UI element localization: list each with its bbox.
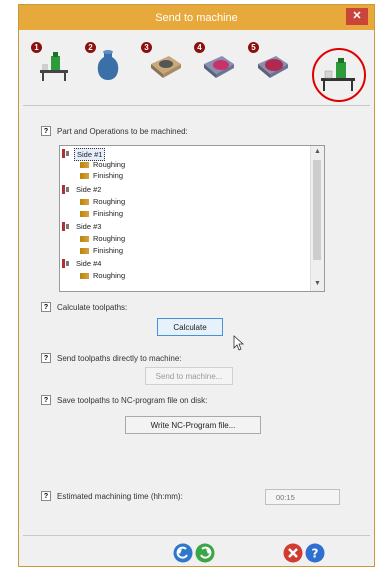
parts-operations-tree[interactable]: Side #1 Roughing Finishing Side #2 Rough…: [59, 145, 325, 292]
header-divider: [23, 105, 370, 106]
cancel-button[interactable]: [283, 543, 303, 563]
roughing-op-icon: [80, 236, 89, 242]
tree-item-label: Finishing: [93, 171, 124, 180]
title-bar: Send to machine ✕: [19, 5, 374, 30]
stock-setup-icon: [151, 56, 181, 78]
workflow-steps: 1 2 3 4 5: [19, 30, 374, 110]
help-button[interactable]: ?: [305, 543, 325, 563]
simulation-icon: [258, 56, 288, 78]
window-title: Send to machine: [155, 12, 238, 24]
roughing-op-icon: [80, 199, 89, 205]
side-icon: [62, 185, 69, 194]
tree-item-label: Side #4: [76, 259, 102, 268]
finishing-op-icon: [80, 173, 89, 179]
help-icon[interactable]: ?: [41, 353, 51, 363]
help-icon[interactable]: ?: [41, 302, 51, 312]
save-label: Save toolpaths to NC-program file on dis…: [57, 396, 208, 405]
finishing-op-icon: [80, 211, 89, 217]
time-label: Estimated machining time (hh:mm):: [57, 492, 183, 501]
tree-scrollbar[interactable]: ▲ ▼: [310, 146, 324, 291]
machining-time-field: 00:15: [265, 489, 340, 505]
step-2-part-model[interactable]: 2: [85, 42, 129, 102]
write-nc-program-button[interactable]: Write NC-Program file...: [125, 416, 261, 434]
step-1-machine-setup[interactable]: 1: [31, 42, 75, 102]
calculate-label: Calculate toolpaths:: [57, 303, 128, 312]
side-icon: [62, 222, 69, 231]
tree-item-label: Side #3: [76, 222, 102, 231]
footer-divider: [23, 535, 370, 536]
roughing-op-icon: [80, 273, 89, 279]
tree-item-label: Roughing: [93, 234, 126, 243]
send-to-machine-icon: [321, 58, 355, 91]
tree-item-label: Roughing: [93, 271, 126, 280]
svg-text:?: ?: [312, 547, 319, 561]
tree-item-label: Finishing: [93, 209, 124, 218]
parts-operations-label: Part and Operations to be machined:: [57, 127, 188, 136]
finishing-op-icon: [80, 248, 89, 254]
side-icon: [62, 149, 69, 158]
tree-item-label: Finishing: [93, 246, 124, 255]
part-model-icon: [97, 50, 119, 80]
machine-setup-icon: [40, 52, 68, 81]
tree-item-label: Roughing: [93, 197, 126, 206]
send-to-machine-dialog: Send to machine ✕ 1 2 3 4 5 ? Part and O…: [18, 4, 375, 567]
step-4-toolpath[interactable]: 4: [194, 42, 238, 102]
help-icon[interactable]: ?: [41, 395, 51, 405]
send-to-machine-button[interactable]: Send to machine...: [145, 367, 233, 385]
scroll-down-icon[interactable]: ▼: [314, 280, 321, 287]
help-icon[interactable]: ?: [41, 126, 51, 136]
close-button[interactable]: ✕: [346, 8, 368, 25]
forward-button[interactable]: [195, 543, 215, 563]
send-label: Send toolpaths directly to machine:: [57, 354, 182, 363]
tree-item-label: Roughing: [93, 160, 126, 169]
toolpath-icon: [204, 56, 234, 78]
side-icon: [62, 259, 69, 268]
help-icon[interactable]: ?: [41, 491, 51, 501]
mouse-cursor-icon: [233, 335, 245, 351]
tree-item-label: Side #2: [76, 185, 102, 194]
step-3-stock-setup[interactable]: 3: [141, 42, 185, 102]
step-5-simulation[interactable]: 5: [248, 42, 292, 102]
step-6-send-to-machine[interactable]: [312, 48, 366, 102]
roughing-op-icon: [80, 162, 89, 168]
back-button[interactable]: [173, 543, 193, 563]
calculate-button[interactable]: Calculate: [157, 318, 223, 336]
scroll-thumb[interactable]: [313, 160, 321, 260]
scroll-up-icon[interactable]: ▲: [314, 148, 321, 155]
